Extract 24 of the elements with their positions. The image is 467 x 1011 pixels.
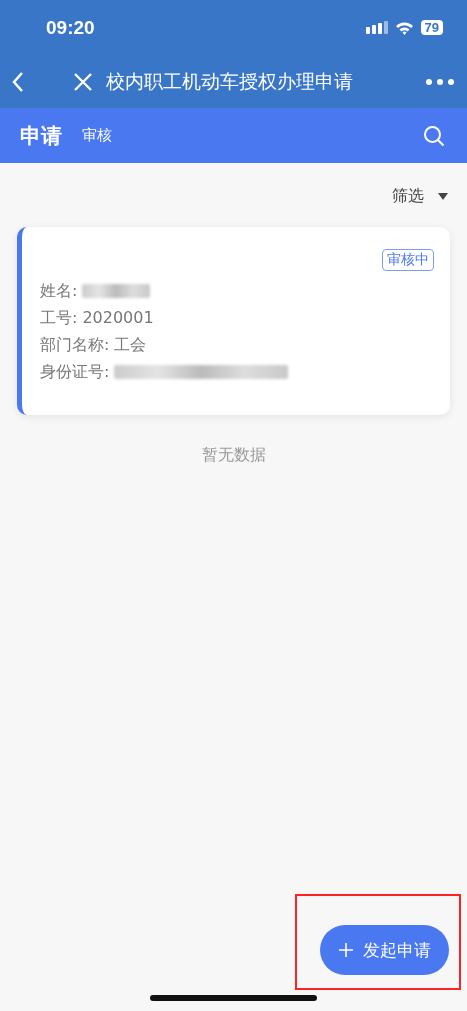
wifi-icon — [394, 20, 414, 35]
more-icon[interactable] — [425, 77, 455, 86]
status-tag: 审核中 — [382, 249, 434, 271]
page-title: 校内职工机动车授权办理申请 — [106, 68, 353, 94]
tab[interactable]: 审核 — [82, 126, 112, 145]
field-label: 身份证号: — [40, 361, 110, 383]
field-label: 姓名: — [40, 280, 78, 302]
tab[interactable]: 申请 — [20, 121, 62, 150]
dropdown-icon[interactable] — [438, 192, 448, 200]
signal-icon — [365, 21, 388, 34]
field-label: 部门名称: — [40, 334, 110, 356]
close-icon[interactable] — [72, 70, 94, 93]
field-value: 工会 — [114, 334, 147, 356]
redacted-value — [82, 283, 151, 298]
new-request-button[interactable]: 发起申请 — [320, 925, 449, 975]
status-time: 09:20 — [46, 16, 95, 39]
filter-label[interactable]: 筛选 — [392, 185, 424, 207]
record-card[interactable]: 审核中 姓名: 工号: 2020001 部门名称: 工会 身份证号: — [17, 227, 450, 415]
field-label: 工号: — [40, 307, 78, 329]
search-icon[interactable] — [423, 124, 445, 147]
empty-message: 暂无数据 — [200, 445, 267, 466]
plus-icon — [338, 943, 353, 957]
field-value: 2020001 — [82, 307, 154, 329]
battery-level: 79 — [420, 20, 443, 35]
